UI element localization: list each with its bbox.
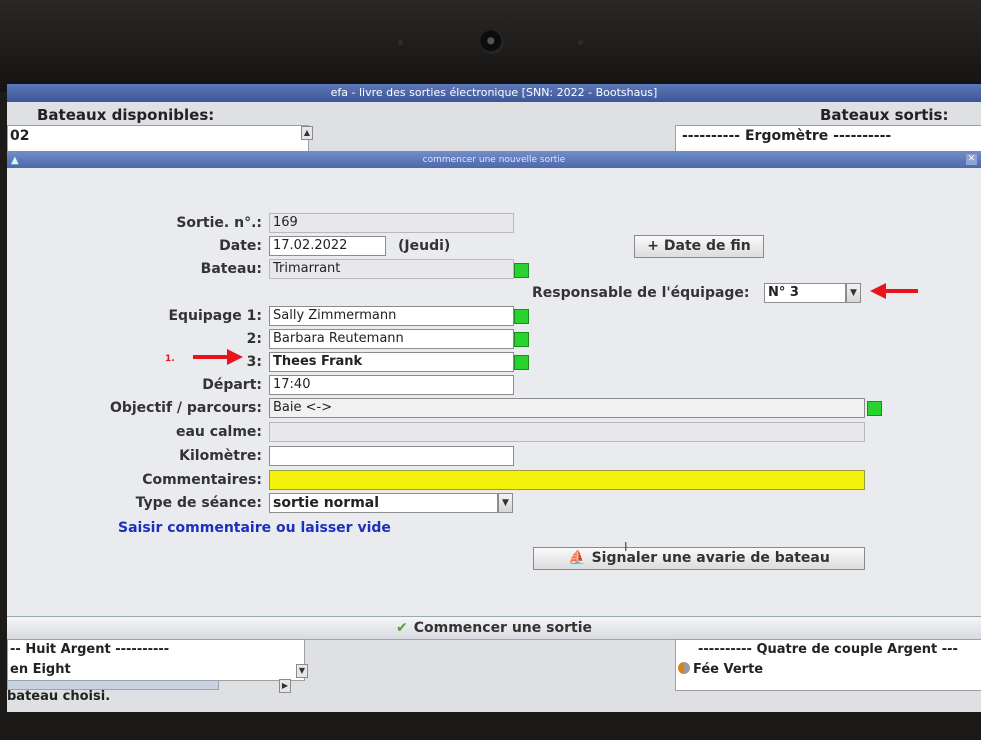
date-field[interactable]: 17.02.2022 <box>269 236 386 256</box>
list-item[interactable]: -- Huit Argent ---------- <box>8 640 304 660</box>
webcam-icon <box>480 30 504 54</box>
list-item[interactable]: Fée Verte <box>676 660 981 680</box>
comments-label: Commentaires: <box>142 472 262 488</box>
report-damage-button[interactable]: ⛵ Signaler une avarie de bateau <box>533 547 865 570</box>
boats-out-heading: Bateaux sortis: <box>820 106 949 124</box>
available-boats-heading: Bateaux disponibles: <box>37 106 215 124</box>
crew3-status-indicator <box>514 355 529 370</box>
boat-field[interactable]: Trimarrant <box>269 259 514 279</box>
destination-field[interactable]: Baie <-> <box>269 398 865 418</box>
dialog-title: commencer une nouvelle sortie <box>7 152 981 168</box>
crew1-field[interactable]: Sally Zimmermann <box>269 306 514 326</box>
list-item[interactable]: ---------- Quatre de couple Argent --- <box>676 640 981 660</box>
laptop-bezel <box>0 0 981 92</box>
crew2-label: 2: <box>246 331 262 347</box>
session-type-select[interactable]: sortie normal <box>269 493 498 513</box>
boat-label: Bateau: <box>200 261 262 277</box>
sortie-number-field: 169 <box>269 213 514 233</box>
list-item[interactable]: en Eight <box>8 660 304 680</box>
date-label: Date: <box>219 238 262 254</box>
start-trip-button[interactable]: ✔ Commencer une sortie <box>7 616 981 640</box>
sortie-label: Sortie. n°.: <box>176 215 262 231</box>
kilometer-label: Kilomètre: <box>179 448 262 464</box>
text-cursor-icon: I <box>624 540 628 554</box>
crew1-label: Equipage 1: <box>168 308 262 324</box>
destination-status-indicator <box>867 401 882 416</box>
scroll-up-arrow-icon[interactable]: ▲ <box>301 126 313 140</box>
calm-water-field <box>269 422 865 442</box>
departure-label: Départ: <box>202 377 262 393</box>
checkmark-icon: ✔ <box>396 620 408 636</box>
laptop-bezel-bottom <box>0 712 981 740</box>
departure-time-field[interactable]: 17:40 <box>269 375 514 395</box>
crew2-field[interactable]: Barbara Reutemann <box>269 329 514 349</box>
red-arrow-annotation <box>870 283 918 299</box>
end-date-button[interactable]: + Date de fin <box>634 235 764 258</box>
boat-status-icon <box>678 662 690 674</box>
screen: efa - livre des sorties électronique [SN… <box>7 84 981 712</box>
comments-field[interactable] <box>269 470 865 490</box>
destination-label: Objectif / parcours: <box>109 400 262 416</box>
list-item-label: Fée Verte <box>693 662 764 677</box>
bezel-dot <box>578 40 583 45</box>
chevron-down-icon[interactable]: ▼ <box>846 283 861 303</box>
hint-text: Saisir commentaire ou laisser vide <box>118 520 391 536</box>
available-boats-list-bottom[interactable]: -- Huit Argent ---------- en Eight <box>7 639 305 681</box>
close-icon[interactable]: ✕ <box>966 154 977 165</box>
crew1-status-indicator <box>514 309 529 324</box>
crew3-label: 3: <box>246 354 262 370</box>
start-trip-label: Commencer une sortie <box>413 620 592 636</box>
crew3-field[interactable]: Thees Frank <box>269 352 514 372</box>
crew-leader-label: Responsable de l'équipage: <box>532 285 750 301</box>
list-item[interactable]: ---------- Ergomètre ---------- <box>676 126 981 146</box>
boat-status-indicator <box>514 263 529 278</box>
status-bar-text: bateau choisi. <box>7 689 111 704</box>
list-item[interactable]: 02 <box>8 126 308 146</box>
dialog-app-icon: ▲ <box>11 155 19 166</box>
kilometer-field[interactable] <box>269 446 514 466</box>
scroll-right-arrow-icon[interactable]: ▶ <box>279 679 291 693</box>
bezel-dot <box>398 40 403 45</box>
boat-damage-icon: ⛵ <box>568 550 586 566</box>
weekday-text: (Jeudi) <box>398 238 451 254</box>
main-window-title: efa - livre des sorties électronique [SN… <box>7 84 981 102</box>
crew-leader-select[interactable]: N° 3 <box>764 283 846 303</box>
calm-water-label: eau calme: <box>175 424 262 440</box>
scroll-down-arrow-icon[interactable]: ▼ <box>296 664 308 678</box>
boats-out-list-bottom[interactable]: ---------- Quatre de couple Argent --- F… <box>675 639 981 691</box>
chevron-down-icon[interactable]: ▼ <box>498 493 513 513</box>
crew2-status-indicator <box>514 332 529 347</box>
new-trip-dialog: commencer une nouvelle sortie ▲ ✕ Sortie… <box>7 151 981 640</box>
session-type-label: Type de séance: <box>135 495 262 511</box>
